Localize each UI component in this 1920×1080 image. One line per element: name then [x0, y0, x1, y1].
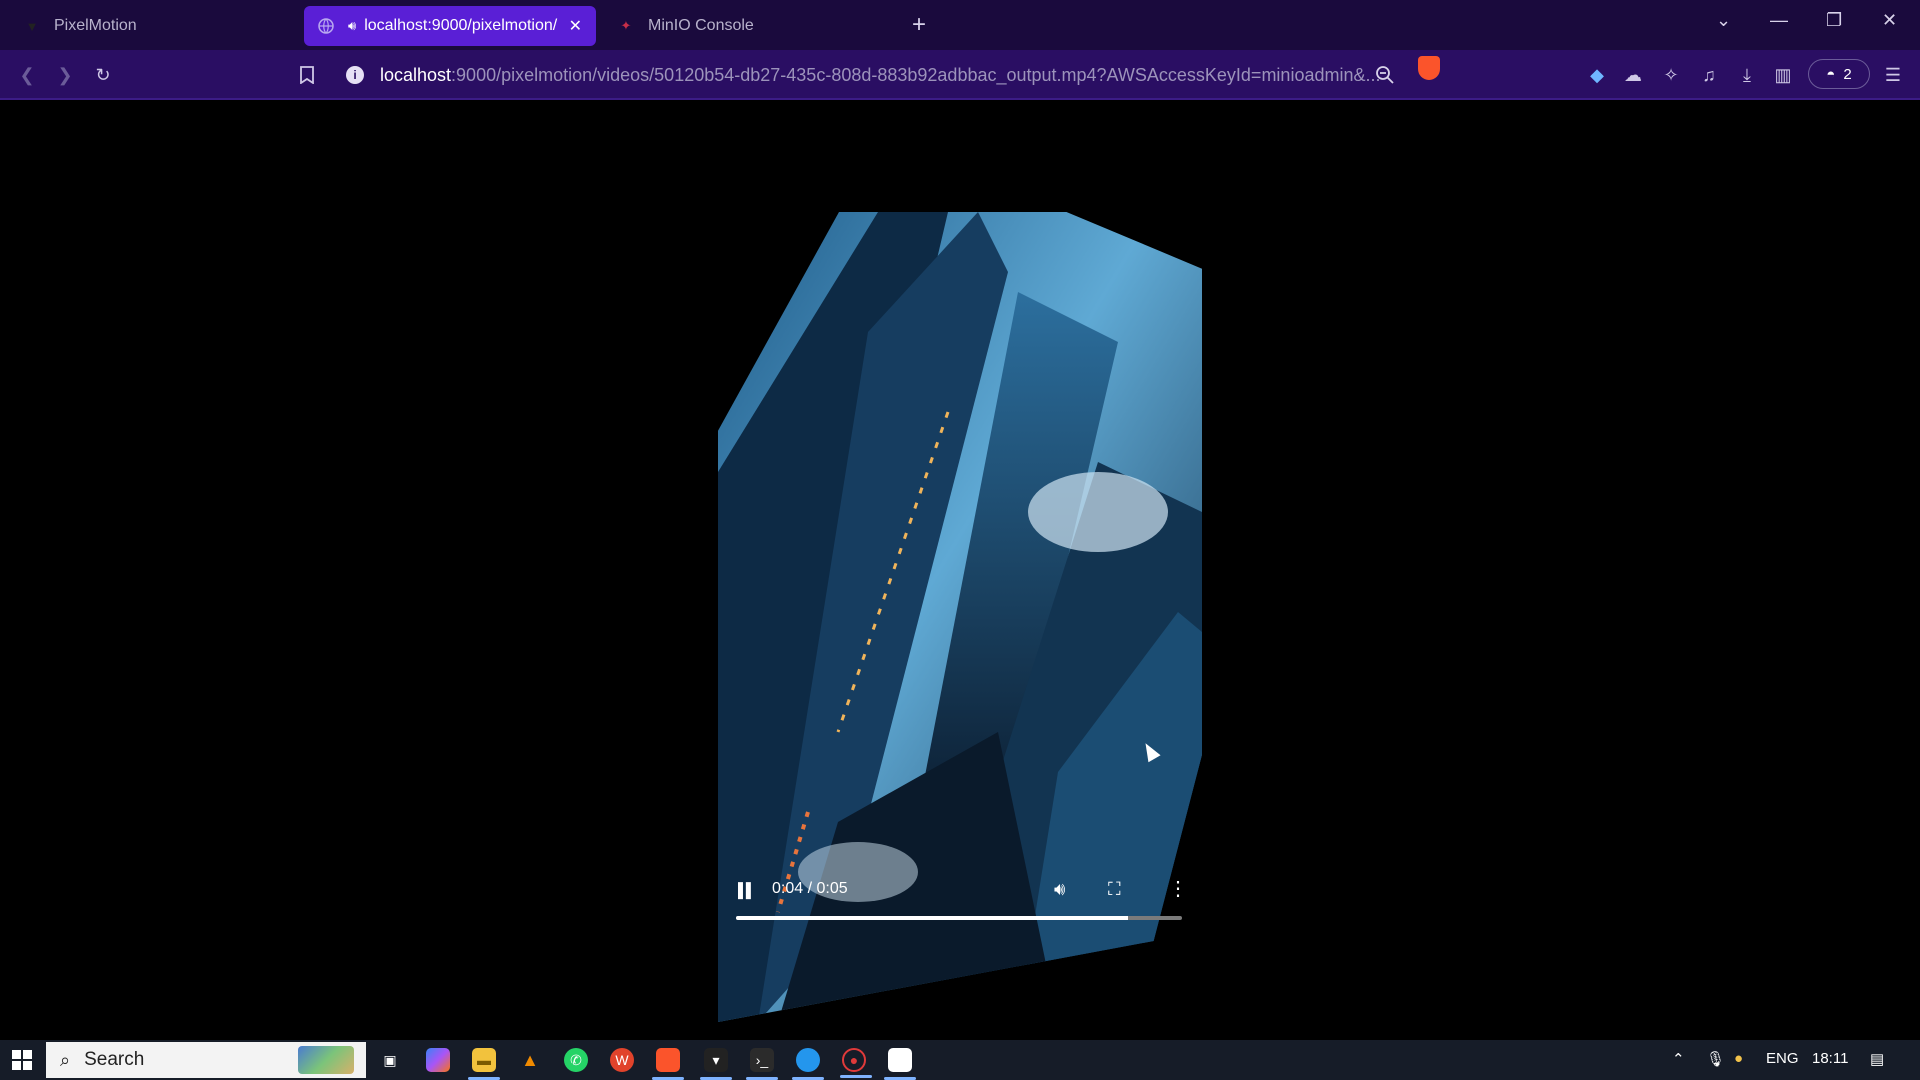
progress-bar[interactable] [736, 916, 1182, 920]
forward-button[interactable]: ❯ [52, 62, 78, 88]
video-page: ▌▌ 0:04 / 0:05 🔊︎ ⛶ ⋮ [0, 102, 1920, 1040]
video-player[interactable]: ▌▌ 0:04 / 0:05 🔊︎ ⛶ ⋮ [718, 212, 1202, 1022]
notepad-icon[interactable] [884, 1048, 916, 1080]
address-bar[interactable]: i localhost:9000/pixelmotion/videos/5012… [338, 57, 1466, 93]
clock[interactable]: 18:11 [1812, 1050, 1848, 1067]
more-options-icon[interactable]: ⋮ [1168, 876, 1188, 901]
tab-strip: ▼ PixelMotion 🔊︎ localhost:9000/pixelmot… [0, 0, 1920, 50]
bookmark-icon[interactable] [294, 62, 320, 88]
video-controls: ▌▌ 0:04 / 0:05 🔊︎ ⛶ ⋮ [718, 862, 1202, 934]
media-icon[interactable]: ♫ [1696, 62, 1722, 88]
tray-overflow-icon[interactable]: ⌃ [1672, 1050, 1685, 1068]
minio-icon: ✦ [620, 18, 632, 33]
task-view-icon[interactable]: ▣ [378, 1048, 402, 1072]
vpn-button[interactable]: ◓ 2 [1808, 59, 1870, 89]
fullscreen-icon[interactable]: ⛶ [1108, 879, 1121, 900]
brave-browser-icon[interactable] [652, 1048, 684, 1080]
file-explorer-icon[interactable]: ▬ [468, 1048, 500, 1080]
search-highlight-icon[interactable] [298, 1046, 354, 1074]
vpn-icon: ◓ [1826, 65, 1836, 83]
restore-button[interactable]: ❐ [1826, 10, 1842, 31]
menu-icon[interactable]: ☰ [1880, 62, 1906, 88]
minimize-button[interactable]: — [1770, 10, 1788, 31]
microphone-icon[interactable]: 🎙︎ [1706, 1050, 1725, 1068]
favicon-icon: ▼ [25, 18, 39, 34]
browser-toolbar: ❮ ❯ ↻ i localhost:9000/pixelmotion/video… [0, 50, 1920, 100]
windows-start-icon[interactable] [12, 1050, 32, 1070]
globe-icon [318, 18, 334, 34]
terminal-icon[interactable]: ›_ [746, 1048, 778, 1080]
new-tab-button[interactable]: + [912, 12, 926, 38]
taskbar-search[interactable]: ⌕ Search [46, 1042, 366, 1078]
extensions-icon[interactable]: ✧ [1658, 62, 1684, 88]
zoom-icon[interactable] [1372, 62, 1398, 88]
tab-minio-console[interactable]: ✦ MinIO Console [604, 6, 894, 46]
language-indicator[interactable]: ENG [1766, 1050, 1799, 1067]
tab-localhost-video[interactable]: 🔊︎ localhost:9000/pixelmotion/ ✕ [304, 6, 596, 46]
download-icon[interactable]: ⤓ [1734, 62, 1760, 88]
site-info-icon[interactable]: i [346, 66, 364, 84]
speaker-icon[interactable]: 🔊︎ [348, 18, 356, 34]
tab-label: localhost:9000/pixelmotion/ [364, 17, 558, 34]
whatsapp-icon[interactable]: ✆ [564, 1048, 588, 1072]
copilot-icon[interactable] [426, 1048, 450, 1072]
close-tab-icon[interactable]: ✕ [569, 16, 582, 36]
search-label: Search [84, 1049, 145, 1070]
url-text[interactable]: localhost:9000/pixelmotion/videos/50120b… [380, 65, 1466, 86]
vlc-icon[interactable]: ▲ [518, 1048, 542, 1072]
tab-label: PixelMotion [54, 17, 137, 34]
weather-icon[interactable]: ● [1734, 1050, 1743, 1067]
pause-icon[interactable]: ▌▌ [738, 882, 756, 898]
wallet-icon[interactable]: ◆ [1584, 62, 1610, 88]
record-icon[interactable]: ● [840, 1048, 872, 1078]
windows-taskbar: ⌕ Search ▣ ▬ ▲ ✆ W ▾ ›_ ● ⌃ 🎙︎ ● ENG 18:… [0, 1040, 1920, 1080]
close-window-button[interactable]: ✕ [1882, 10, 1897, 31]
app-dark-icon[interactable]: ▾ [700, 1048, 732, 1080]
volume-icon[interactable]: 🔊︎ [1054, 879, 1065, 900]
vpn-count: 2 [1843, 65, 1852, 83]
search-icon: ⌕ [60, 1049, 71, 1070]
sidebar-icon[interactable]: ▥ [1770, 62, 1796, 88]
progress-fill [736, 916, 1129, 920]
tab-list-icon[interactable]: ⌄ [1716, 10, 1731, 31]
reload-button[interactable]: ↻ [90, 62, 116, 88]
tab-label: MinIO Console [648, 17, 754, 34]
cloud-icon[interactable]: ☁ [1620, 62, 1646, 88]
app-red-icon[interactable]: W [610, 1048, 634, 1072]
time-display: 0:04 / 0:05 [772, 880, 848, 897]
notifications-icon[interactable]: ▤ [1870, 1050, 1884, 1068]
docker-icon[interactable] [792, 1048, 824, 1080]
brave-shields-icon[interactable] [1418, 56, 1440, 80]
tab-pixelmotion[interactable]: ▼ PixelMotion [10, 6, 300, 46]
back-button[interactable]: ❮ [14, 62, 40, 88]
